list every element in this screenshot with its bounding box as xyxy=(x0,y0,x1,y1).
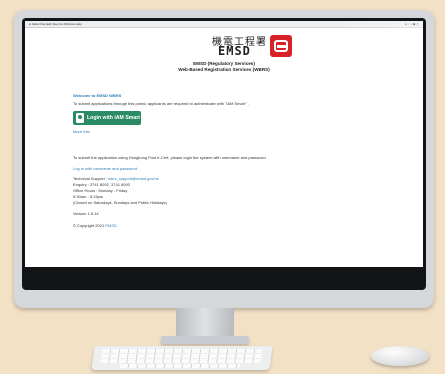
copyright-link[interactable]: EMSD xyxy=(105,223,117,228)
monitor-foot xyxy=(161,336,249,344)
header-service: Web-Based Registration Services (WBRS) xyxy=(178,67,270,72)
emsd-logo: 機電工程署 EMSD xyxy=(208,33,328,63)
closed-note: (Closed on Saturdays, Sundays and Public… xyxy=(73,200,167,205)
logo-short-name: EMSD xyxy=(218,44,251,58)
support-label: Technical Support : xyxy=(73,176,108,181)
more-info-link[interactable]: More Info xyxy=(73,129,90,134)
welcome-heading: Welcome to EMSD WBRS xyxy=(73,93,122,98)
hours-text: 9:30am - 5:15pm xyxy=(73,194,104,199)
badge-bar xyxy=(277,45,286,48)
iam-button-label: Login with iAM Smart xyxy=(87,114,141,121)
username-login-link[interactable]: Log in with username and password xyxy=(73,166,137,171)
enquiry-text: Enquiry : 3741 8092, 3741 8093 xyxy=(73,182,130,187)
version-text: Version 1.5.14 xyxy=(73,211,99,216)
support-line: Technical Support : wbrs_support@emsd.go… xyxy=(73,176,159,181)
support-email-link[interactable]: wbrs_support@emsd.gov.hk xyxy=(108,176,158,181)
menu-items: ● Safari File Edit View Go Window Help xyxy=(29,22,82,26)
keyboard xyxy=(91,346,273,370)
header-org: EMSD (Regulatory Services) xyxy=(193,61,255,66)
browser-screen: ● Safari File Edit View Go Window Help ●… xyxy=(25,21,423,267)
office-hours-text: Office Hours : Monday - Friday xyxy=(73,188,128,193)
key-row xyxy=(101,349,263,353)
iam-smart-icon xyxy=(76,113,84,123)
key-row xyxy=(100,359,261,363)
copyright-line: © Copyright 2021 EMSD xyxy=(73,223,117,228)
emsd-badge-icon xyxy=(270,35,292,57)
postecert-note: To submit the application using Hongkong… xyxy=(73,155,266,160)
instruction-text: To submit applications through this port… xyxy=(73,101,249,106)
key-row xyxy=(119,364,241,368)
mouse xyxy=(371,346,429,366)
os-menu-bar: ● Safari File Edit View Go Window Help ●… xyxy=(25,21,423,28)
iam-smart-login-button[interactable]: Login with iAM Smart xyxy=(73,111,141,125)
desktop-scene: ● Safari File Edit View Go Window Help ●… xyxy=(0,0,445,374)
status-tray: ● ◐ ◑ ▣ ◷ xyxy=(404,22,419,26)
copyright-prefix: © Copyright 2021 xyxy=(73,223,105,228)
key-row xyxy=(101,354,262,358)
